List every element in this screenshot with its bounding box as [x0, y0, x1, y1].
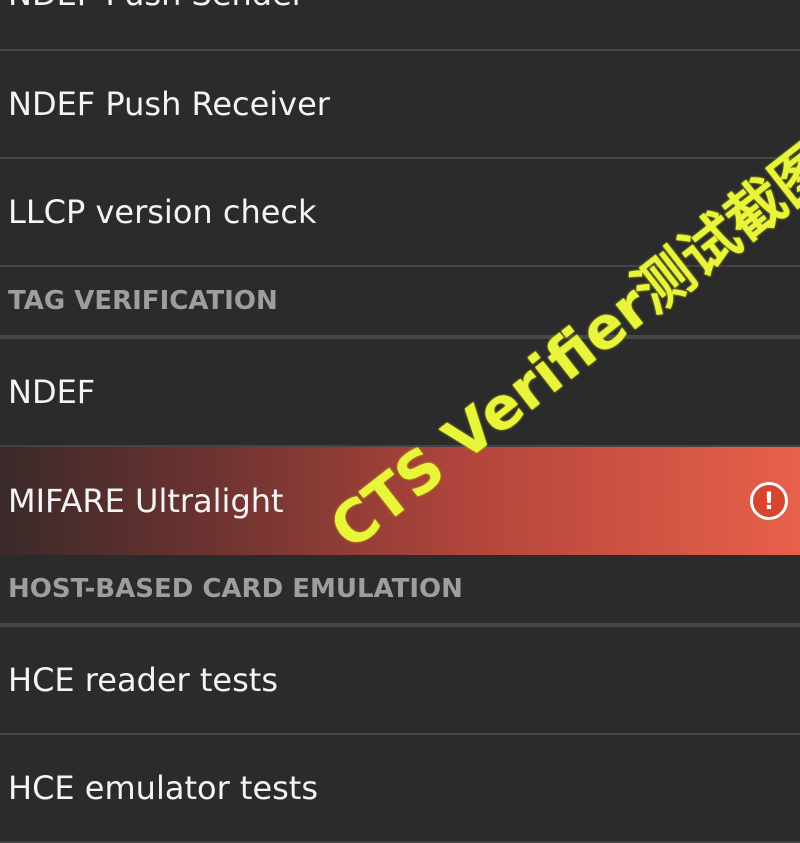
- section-header-tag-verification: TAG VERIFICATION: [0, 267, 800, 339]
- list-item-mifare-ultralight[interactable]: MIFARE Ultralight !: [0, 447, 800, 555]
- list-item-label: NDEF Push Sender: [8, 0, 305, 13]
- section-header-host-based-card-emulation: HOST-BASED CARD EMULATION: [0, 555, 800, 627]
- list-item-ndef[interactable]: NDEF: [0, 339, 800, 447]
- list-item-label: NDEF: [8, 373, 96, 411]
- list-item-label: MIFARE Ultralight: [8, 482, 284, 520]
- list-item-hce-emulator-tests[interactable]: HCE emulator tests: [0, 735, 800, 843]
- list-item-label: HCE reader tests: [8, 661, 278, 699]
- list-item-label: HCE emulator tests: [8, 769, 319, 807]
- alert-icon: !: [750, 482, 788, 520]
- list-item-label: LLCP version check: [8, 193, 317, 231]
- list-item-label: NDEF Push Receiver: [8, 85, 330, 123]
- list-item-ndef-push-receiver[interactable]: NDEF Push Receiver: [0, 51, 800, 159]
- list-item-llcp-version-check[interactable]: LLCP version check: [0, 159, 800, 267]
- list-item-hce-reader-tests[interactable]: HCE reader tests: [0, 627, 800, 735]
- test-list: NDEF Push Sender NDEF Push Receiver LLCP…: [0, 0, 800, 843]
- list-item-ndef-push-sender[interactable]: NDEF Push Sender: [0, 0, 800, 51]
